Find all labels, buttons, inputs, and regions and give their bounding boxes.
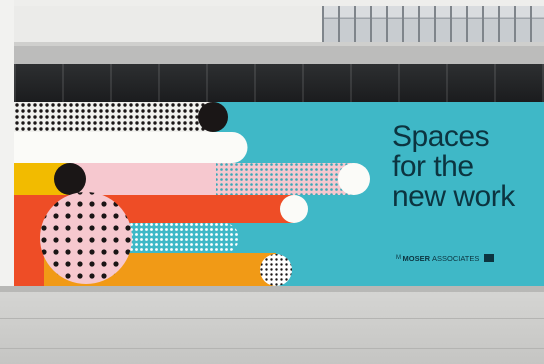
moser-associates-logo: M MOSER ASSOCIATES — [396, 252, 495, 264]
upper-wall — [14, 6, 334, 44]
teal-dotted-cap — [209, 223, 239, 253]
left-wall-edge — [0, 0, 14, 286]
canopy-shadow — [14, 64, 544, 102]
dotted-pink-stripe — [216, 163, 354, 195]
dotted-stripe-top — [14, 102, 214, 132]
logo-mark: M — [396, 255, 401, 261]
white-ball-middle — [338, 163, 370, 195]
black-ball-top — [198, 102, 228, 132]
dotted-ball-bottom — [260, 254, 292, 286]
white-ball-lower — [280, 195, 308, 223]
white-stripe — [14, 132, 232, 163]
pavement-joint — [0, 348, 544, 349]
pavement — [0, 286, 544, 364]
headline-line-2: for the — [392, 150, 474, 183]
logo-square-icon — [484, 254, 495, 262]
building-windows — [322, 6, 544, 44]
pink-stripe — [70, 163, 216, 195]
polka-dot-circle — [40, 192, 132, 284]
billboard-photo-scene: Spaces for the new work M MOSER ASSOCIAT… — [0, 0, 544, 364]
canopy-soffit — [14, 46, 544, 64]
white-stripe-cap — [216, 132, 248, 163]
billboard-headline: Spaces for the new work — [392, 122, 544, 212]
logo-name-regular: ASSOCIATES — [432, 253, 480, 263]
orange-block-left — [14, 195, 44, 286]
logo-name-bold: MOSER — [402, 253, 431, 263]
pavement-joint — [0, 318, 544, 319]
billboard: Spaces for the new work M MOSER ASSOCIAT… — [14, 102, 544, 286]
black-ball-left — [54, 163, 86, 195]
headline-line-3: new work — [392, 180, 515, 213]
headline-line-1: Spaces — [392, 120, 490, 153]
curb — [0, 286, 544, 292]
